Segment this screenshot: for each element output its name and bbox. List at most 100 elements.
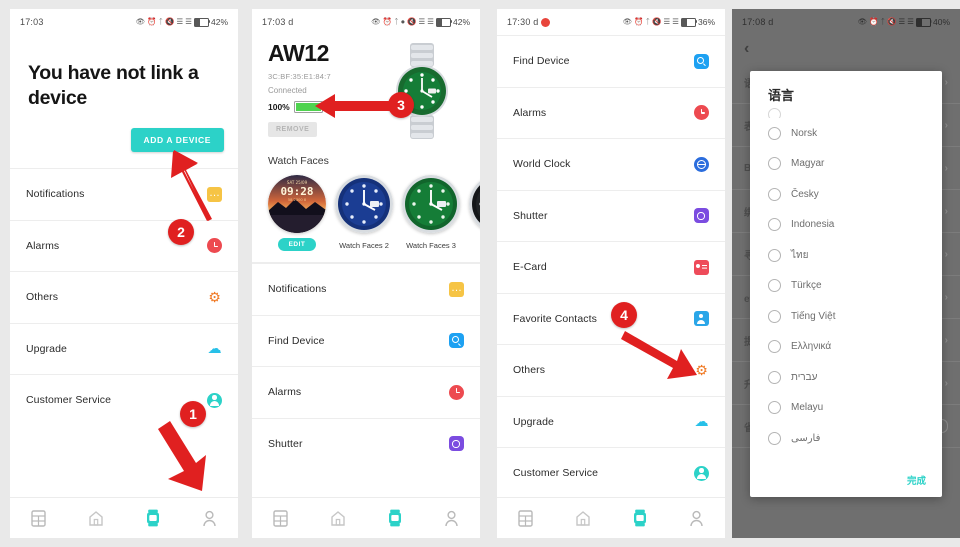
list-item-label: Customer Service [513, 467, 599, 480]
radio-button[interactable] [768, 126, 781, 140]
list-item[interactable]: Find Device [252, 314, 480, 367]
tab-profile[interactable] [423, 510, 480, 527]
list-item[interactable]: Alarms [252, 366, 480, 418]
tab-list[interactable] [497, 509, 554, 527]
battery-icon [193, 17, 211, 27]
language-option[interactable]: Tiếng Việt [768, 301, 942, 332]
language-option[interactable]: עברית [768, 362, 942, 393]
tab-home[interactable] [309, 510, 366, 527]
tab-list[interactable] [252, 509, 309, 527]
language-option-label: Česky [791, 188, 819, 200]
list-card-icon [273, 509, 288, 527]
cloud-upload-icon [694, 414, 709, 429]
list-item[interactable]: Alarms [10, 219, 238, 272]
tab-profile[interactable] [181, 510, 238, 527]
radio-button[interactable] [768, 431, 781, 445]
language-option[interactable]: ไทย [768, 240, 942, 271]
list-item-label: Alarms [268, 386, 302, 399]
person-icon [203, 510, 216, 526]
list-item[interactable]: Others [10, 271, 238, 323]
list-item-label: Others [513, 364, 546, 377]
bluetooth-icon: ᛏ [394, 17, 399, 27]
list-item-label: E-Card [513, 261, 547, 274]
language-dialog: 语言 Norsk Magyar Česky Indonesia ไทย Türk… [750, 71, 942, 497]
alarm-clock-icon [694, 105, 709, 121]
language-option[interactable]: Magyar [768, 149, 942, 180]
status-time-group: 17:08 d [742, 17, 773, 27]
list-item[interactable]: E-Card [497, 241, 725, 293]
notifications-icon [449, 281, 464, 297]
list-item[interactable]: Upgrade [497, 395, 725, 448]
panel-language-dialog: 17:08 d 👁 ⏰ ᛏ 🔇 ☰ ☰ 40% ‹ 语言› 表盘› B› [732, 9, 960, 538]
list-item[interactable]: Shutter [252, 417, 480, 470]
watch-product-image [380, 41, 464, 141]
radio-button[interactable] [768, 248, 781, 262]
radio-button[interactable] [768, 108, 781, 118]
radio-button[interactable] [768, 279, 781, 293]
language-option[interactable]: Türkçe [768, 271, 942, 302]
chevron-right-icon: › [944, 377, 948, 389]
screenshot-board: 17:03 👁 ⏰ ᛏ 🔇 ☰ ☰ 42% You have not link … [0, 0, 960, 547]
radio-button[interactable] [768, 340, 781, 354]
annotation-arrow-4 [621, 331, 697, 379]
bottom-tab-bar-1 [10, 497, 238, 538]
language-option[interactable]: Norsk [768, 118, 942, 149]
remove-device-button[interactable]: REMOVE [268, 122, 318, 138]
list-item[interactable]: Find Device [497, 35, 725, 87]
tab-home[interactable] [67, 510, 124, 527]
alarm-off-icon: ⏰ [147, 17, 157, 27]
watch-face-item[interactable]: Watch Faces 3 [402, 175, 460, 251]
language-option-label: Tiếng Việt [791, 310, 836, 322]
find-device-icon [694, 53, 709, 69]
language-option[interactable]: Melayu [768, 393, 942, 424]
watch-face-label: Watch Faces 2 [339, 241, 389, 250]
language-option-partial[interactable] [768, 108, 942, 118]
list-item-label: Customer Service [26, 394, 112, 407]
watch-face-item[interactable]: Watch Faces 2 [335, 175, 393, 251]
watch-face-item[interactable]: W [469, 175, 480, 251]
tab-profile[interactable] [668, 510, 725, 527]
svg-text:SAT 25/09: SAT 25/09 [287, 180, 308, 185]
tab-list[interactable] [10, 509, 67, 527]
alarm-off-icon: ⏰ [382, 17, 393, 27]
chevron-left-icon[interactable]: ‹ [744, 41, 749, 57]
alarm-off-icon: ⏰ [869, 17, 879, 27]
edit-watch-face-button[interactable]: EDIT [277, 238, 317, 251]
language-option[interactable]: Indonesia [768, 210, 942, 241]
list-item[interactable]: Alarms [497, 86, 725, 139]
radio-button[interactable] [768, 218, 781, 232]
chevron-right-icon: › [944, 162, 948, 174]
radio-button[interactable] [768, 309, 781, 323]
dialog-done-button[interactable]: 完成 [907, 473, 926, 487]
list-item[interactable]: World Clock [497, 138, 725, 190]
watch-face-label: Watch Faces 3 [406, 241, 456, 250]
mute-icon: 🔇 [165, 17, 175, 27]
tab-home[interactable] [554, 510, 611, 527]
chevron-right-icon: › [944, 334, 948, 346]
list-item[interactable]: Shutter [497, 189, 725, 242]
status-time: 17:08 d [742, 17, 774, 27]
alarm-clock-icon [207, 238, 222, 254]
language-option[interactable]: Česky [768, 179, 942, 210]
list-item[interactable]: Notifications [252, 263, 480, 315]
tab-device[interactable] [124, 509, 181, 527]
status-time: 17:03 d [262, 17, 294, 27]
language-options-list[interactable]: Norsk Magyar Česky Indonesia ไทย Türkçe … [750, 108, 942, 454]
language-option[interactable]: فارسی [768, 423, 942, 454]
tab-device[interactable] [366, 509, 423, 527]
alarm-badge-icon [541, 17, 551, 27]
watch-faces-carousel[interactable]: 09:28 SAT 25/09 58 2300 8 EDIT Watch Fac… [252, 167, 480, 251]
language-option-label: ไทย [791, 249, 809, 261]
radio-button[interactable] [768, 401, 781, 415]
watch-face-item[interactable]: 09:28 SAT 25/09 58 2300 8 EDIT [268, 175, 326, 251]
list-item[interactable]: Upgrade [10, 322, 238, 375]
list-item-label: Alarms [513, 106, 547, 119]
radio-button[interactable] [768, 157, 781, 171]
list-item[interactable]: Customer Service [497, 447, 725, 499]
radio-button[interactable] [768, 187, 781, 201]
language-option-label: فارسی [791, 432, 821, 444]
radio-button[interactable] [768, 370, 781, 384]
signal-icon-1: ☰ [898, 17, 906, 27]
tab-device[interactable] [611, 509, 668, 527]
language-option[interactable]: Ελληνικά [768, 332, 942, 363]
